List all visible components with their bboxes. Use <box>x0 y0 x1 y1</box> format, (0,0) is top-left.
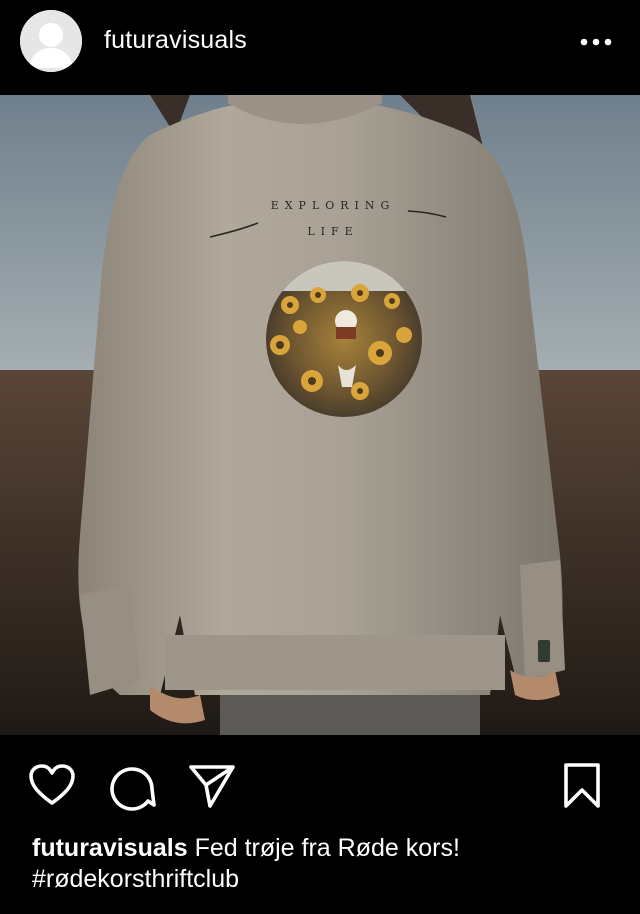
bookmark-icon <box>564 763 600 808</box>
post-username[interactable]: futuravisuals <box>104 26 247 55</box>
more-options-icon <box>580 38 612 46</box>
caption-hashtag[interactable]: #rødekorsthriftclub <box>32 864 622 895</box>
default-avatar-icon <box>20 10 82 72</box>
caption-text: Fed trøje fra Røde kors! <box>194 834 460 862</box>
heart-icon <box>29 764 75 805</box>
comment-button[interactable] <box>108 763 156 816</box>
sweater-print-text: EXPLORING LIFE <box>270 199 396 238</box>
caption-username[interactable]: futuravisuals <box>32 834 188 862</box>
action-bar <box>0 735 640 835</box>
more-options-button[interactable] <box>576 28 616 56</box>
avatar[interactable] <box>20 10 82 72</box>
share-button[interactable] <box>188 763 236 814</box>
send-icon <box>189 765 235 808</box>
like-button[interactable] <box>28 763 76 812</box>
instagram-post: futuravisuals EXPLORING LIFE futuravisua… <box>0 0 640 914</box>
sweatshirt-photo <box>0 95 640 735</box>
post-image[interactable]: EXPLORING LIFE <box>0 95 640 735</box>
post-caption: futuravisuals Fed trøje fra Røde kors! #… <box>32 833 622 895</box>
post-header: futuravisuals <box>0 0 640 86</box>
save-button[interactable] <box>562 762 602 815</box>
comment-icon <box>110 767 156 811</box>
